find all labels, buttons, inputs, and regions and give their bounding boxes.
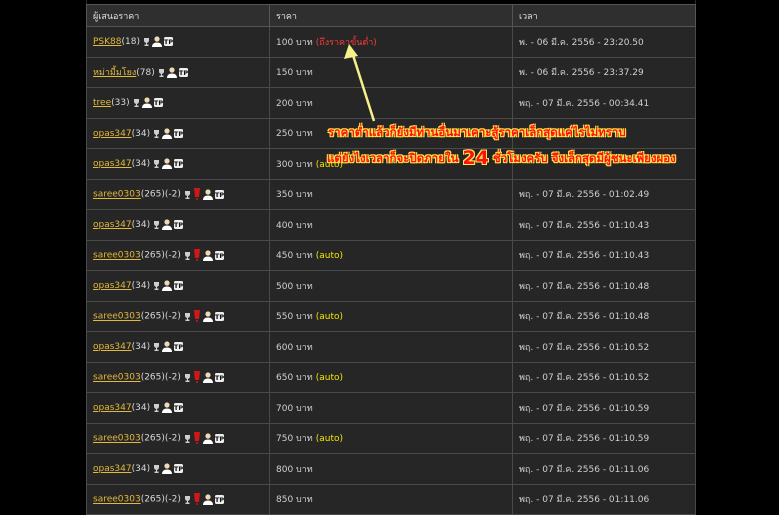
arrow-shaft bbox=[350, 51, 376, 122]
arrow-icon bbox=[344, 44, 376, 122]
arrow-head bbox=[344, 44, 358, 59]
